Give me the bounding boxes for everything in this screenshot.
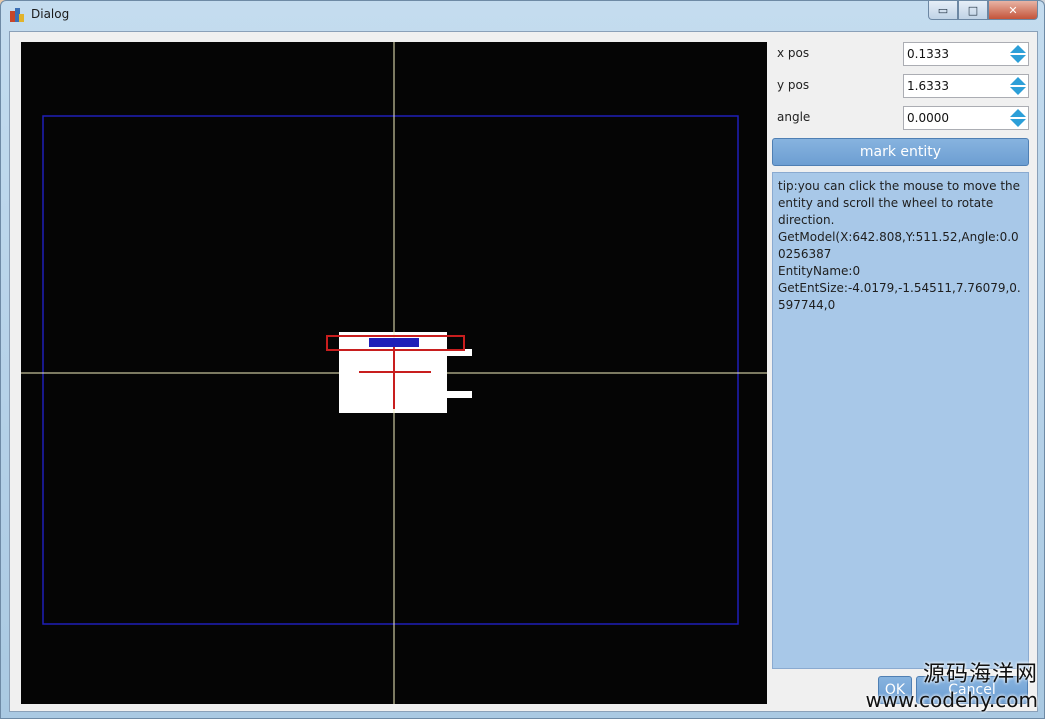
y-pos-value[interactable]: 1.6333 xyxy=(907,79,949,93)
viewport-canvas[interactable] xyxy=(21,42,767,704)
arrow-up-icon xyxy=(1010,109,1026,117)
y-pos-row: y pos 1.6333 xyxy=(772,72,1030,100)
x-pos-up-button[interactable] xyxy=(1009,44,1027,54)
x-pos-value[interactable]: 0.1333 xyxy=(907,47,949,61)
watermark-url: www.codehy.com xyxy=(865,688,1038,712)
arrow-down-icon xyxy=(1010,55,1026,63)
title-bar[interactable]: Dialog ▭ □ ✕ xyxy=(1,1,1044,29)
x-pos-row: x pos 0.1333 xyxy=(772,40,1030,68)
angle-row: angle 0.0000 xyxy=(772,104,1030,132)
y-pos-up-button[interactable] xyxy=(1009,76,1027,86)
angle-arrows xyxy=(1009,108,1027,128)
angle-up-button[interactable] xyxy=(1009,108,1027,118)
info-line: GetModel(X:642.808,Y:511.52,Angle:0.0025… xyxy=(778,230,1019,261)
dialog-client-area: x pos 0.1333 y pos 1.6333 angle 0.0000 m… xyxy=(9,31,1038,712)
x-pos-spinbox[interactable]: 0.1333 xyxy=(903,42,1029,66)
y-pos-spinbox[interactable]: 1.6333 xyxy=(903,74,1029,98)
info-line: tip:you can click the mouse to move the … xyxy=(778,179,1021,227)
angle-down-button[interactable] xyxy=(1009,118,1027,128)
x-pos-label: x pos xyxy=(777,46,810,60)
minimize-icon: ▭ xyxy=(937,3,949,17)
arrow-up-icon xyxy=(1010,77,1026,85)
image-viewport[interactable] xyxy=(21,42,767,704)
arrow-down-icon xyxy=(1010,119,1026,127)
close-button[interactable]: ✕ xyxy=(988,1,1038,20)
info-line: GetEntSize:-4.0179,-1.54511,7.76079,0.59… xyxy=(778,281,1021,312)
info-line: EntityName:0 xyxy=(778,264,861,278)
x-pos-arrows xyxy=(1009,44,1027,64)
y-pos-down-button[interactable] xyxy=(1009,86,1027,96)
entity-pin-bottom xyxy=(447,391,472,398)
x-pos-down-button[interactable] xyxy=(1009,54,1027,64)
angle-label: angle xyxy=(777,110,811,124)
minimize-button[interactable]: ▭ xyxy=(928,1,958,20)
y-pos-arrows xyxy=(1009,76,1027,96)
caption-buttons: ▭ □ ✕ xyxy=(928,1,1038,21)
angle-spinbox[interactable]: 0.0000 xyxy=(903,106,1029,130)
close-icon: ✕ xyxy=(1008,3,1018,17)
watermark-cn-text: 源码海洋网 xyxy=(922,662,1038,687)
arrow-up-icon xyxy=(1010,45,1026,53)
arrow-down-icon xyxy=(1010,87,1026,95)
entity-text-marking xyxy=(369,338,419,347)
mark-entity-button[interactable]: mark entity xyxy=(772,138,1029,166)
info-text-area[interactable]: tip:you can click the mouse to move the … xyxy=(772,172,1029,669)
app-icon xyxy=(9,7,25,23)
maximize-icon: □ xyxy=(967,3,979,17)
site-watermark: 源码海洋网 www.codehy.com xyxy=(865,656,1038,712)
window-title: Dialog xyxy=(31,7,70,21)
angle-value[interactable]: 0.0000 xyxy=(907,111,949,125)
y-pos-label: y pos xyxy=(777,78,810,92)
dialog-window: Dialog ▭ □ ✕ x pos 0.1333 y pos 1.6333 a… xyxy=(0,0,1045,719)
maximize-button[interactable]: □ xyxy=(958,1,988,20)
